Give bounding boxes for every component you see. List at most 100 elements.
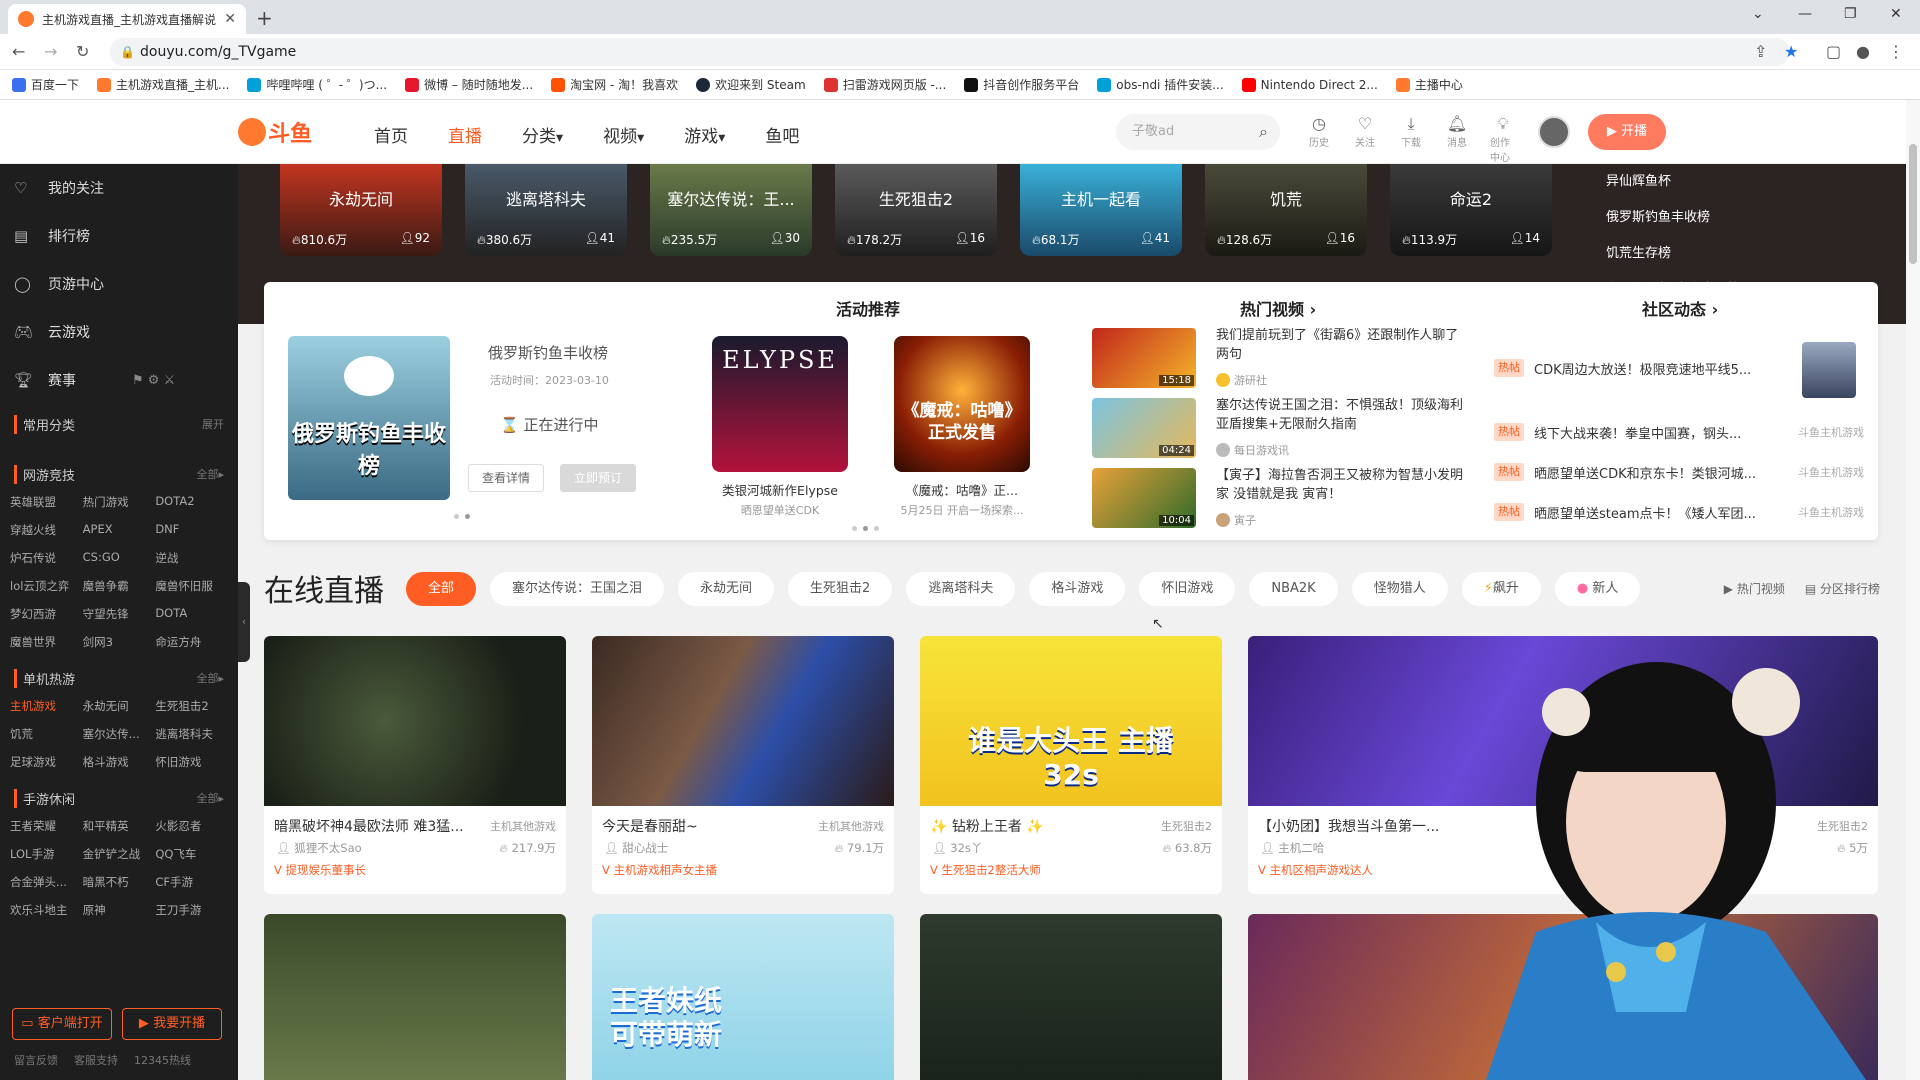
profile-icon[interactable]: ● bbox=[1856, 42, 1870, 61]
sidebar-category-item[interactable]: 暗黑不朽 bbox=[83, 874, 156, 890]
sidebar-category-item[interactable]: 英雄联盟 bbox=[10, 494, 83, 510]
sidebar-category-item[interactable]: 生死狙击2 bbox=[155, 698, 228, 714]
bookmark-item[interactable]: 抖音创作服务平台 bbox=[964, 76, 1079, 93]
sidebar-category-item[interactable]: 格斗游戏 bbox=[83, 754, 156, 770]
sidebar-item-cloudgame[interactable]: 🎮︎ 云游戏 bbox=[0, 308, 238, 356]
filter-chip[interactable]: 怀旧游戏 bbox=[1139, 572, 1236, 606]
video-item[interactable]: 04:24 塞尔达传说王国之泪：不惧强敌！顶级海利亚盾搜集+无限耐久指南 每日游… bbox=[1092, 398, 1472, 458]
reserve-button[interactable]: 立即预订 bbox=[560, 464, 636, 492]
creator-center-button[interactable]: 💡︎ 创作中心 bbox=[1490, 114, 1516, 164]
all-button[interactable]: 全部▸ bbox=[196, 670, 224, 686]
sidebar-category-item[interactable]: 塞尔达传... bbox=[83, 726, 156, 742]
filter-chip[interactable]: 格斗游戏 bbox=[1029, 572, 1126, 606]
lotr-gollum-cover[interactable]: 《魔戒：咕噜》正式发售 bbox=[894, 336, 1030, 472]
sidebar-item-ranking[interactable]: ▤ 排行榜 bbox=[0, 212, 238, 260]
page-scrollbar[interactable] bbox=[1906, 100, 1920, 1080]
close-tab-icon[interactable]: ✕ bbox=[224, 11, 236, 27]
bookmark-item[interactable]: 哔哩哔哩 ( ゜- ゜)つ... bbox=[247, 76, 387, 93]
sidebar-category-item[interactable]: CF手游 bbox=[155, 874, 228, 890]
search-icon[interactable]: ⌕ bbox=[1259, 114, 1268, 150]
share-icon[interactable]: ⇪ bbox=[1754, 42, 1767, 61]
sidebar-category-item[interactable]: CS:GO bbox=[83, 550, 156, 566]
live-card[interactable]: 谁是大头王 主播32s ✨ 钻粉上王者 ✨ 生死狙击2 👤︎ 32s丫 🔥︎ 6… bbox=[920, 636, 1222, 894]
elypse-cover[interactable]: ELYPSE bbox=[712, 336, 848, 472]
live-card-cover[interactable]: 王者妹纸 可带萌新 bbox=[592, 914, 894, 1080]
sidebar-item-follow[interactable]: ♡ 我的关注 bbox=[0, 164, 238, 212]
hero-game-card[interactable]: 主机一起看 🔥︎68.1万 👤︎41 bbox=[1020, 164, 1182, 256]
sidebar-category-item[interactable]: 王者荣耀 bbox=[10, 818, 83, 834]
sidebar-category-item[interactable]: 怀旧游戏 bbox=[155, 754, 228, 770]
sidebar-category-item[interactable]: APEX bbox=[83, 522, 156, 538]
nav-home[interactable]: 首页 bbox=[374, 122, 408, 147]
sidebar-category-item[interactable]: 足球游戏 bbox=[10, 754, 83, 770]
reload-icon[interactable]: ↻ bbox=[76, 42, 89, 61]
hero-game-card[interactable]: 命运2 🔥︎113.9万 👤︎14 bbox=[1390, 164, 1552, 256]
hero-game-card[interactable]: 生死狙击2 🔥︎178.2万 👤︎16 bbox=[835, 164, 997, 256]
filter-chip[interactable]: 生死狙击2 bbox=[788, 572, 893, 606]
community-post[interactable]: 热帖 晒愿望单送CDK和京东卡！类银河城... 斗鱼主机游戏 bbox=[1494, 462, 1864, 482]
bookmark-item[interactable]: 微博 – 随时随地发... bbox=[405, 76, 533, 93]
bookmark-item[interactable]: 欢迎来到 Steam bbox=[696, 76, 806, 93]
hero-list-item[interactable]: 俄罗斯钓鱼丰收榜 bbox=[1606, 200, 1806, 236]
bookmark-item[interactable]: Nintendo Direct 2... bbox=[1241, 77, 1378, 92]
hotline-link[interactable]: 12345热线 bbox=[134, 1052, 191, 1068]
filter-chip[interactable]: NBA2K bbox=[1249, 572, 1338, 606]
all-button[interactable]: 全部▸ bbox=[196, 466, 224, 482]
open-client-button[interactable]: ▭ 客户端打开 bbox=[12, 1008, 112, 1040]
follow-button[interactable]: ♡ 关注 bbox=[1352, 114, 1378, 164]
live-category[interactable]: 主机其他游戏 bbox=[818, 818, 884, 834]
esports-logos-icon[interactable]: ⚑ ⚙ ⚔ bbox=[132, 373, 175, 388]
new-tab-icon[interactable]: + bbox=[256, 6, 273, 30]
hero-list-item[interactable]: 异仙辉鱼杯 bbox=[1606, 164, 1806, 200]
history-button[interactable]: ◷ 历史 bbox=[1306, 114, 1332, 164]
community-post[interactable]: 热帖 线下大战来袭！拳皇中国赛，钢头... 斗鱼主机游戏 bbox=[1494, 422, 1864, 442]
filter-chip[interactable]: 怪物猎人 bbox=[1351, 572, 1448, 606]
sidebar-category-item[interactable]: 合金弹头... bbox=[10, 874, 83, 890]
sidebar-category-item[interactable]: 王刀手游 bbox=[155, 902, 228, 918]
url-field[interactable]: 🔒 douyu.com/g_TVgame bbox=[110, 38, 1790, 66]
live-card[interactable]: 今天是春丽甜~ 主机其他游戏 👤︎ 甜心战士 🔥︎ 79.1万 V 主机游戏相声… bbox=[592, 636, 894, 894]
sidebar-category-item[interactable]: 逃离塔科夫 bbox=[155, 726, 228, 742]
go-live-button[interactable]: ▶ 开播 bbox=[1588, 114, 1666, 150]
carousel-dots[interactable] bbox=[852, 526, 879, 531]
support-link[interactable]: 客服支持 bbox=[74, 1052, 118, 1068]
sidebar-category-item[interactable]: 剑网3 bbox=[83, 634, 156, 650]
hero-game-card[interactable]: 永劫无间 🔥︎810.6万 👤︎92 bbox=[280, 164, 442, 256]
browser-tab[interactable]: 主机游戏直播_主机游戏直播解说 ✕ bbox=[8, 4, 246, 34]
sidebar-category-item[interactable]: 逆战 bbox=[155, 550, 228, 566]
hero-game-card[interactable]: 塞尔达传说：王... 🔥︎235.5万 👤︎30 bbox=[650, 164, 812, 256]
close-window-icon[interactable]: ✕ bbox=[1890, 6, 1902, 22]
sidebar-category-item[interactable]: 欢乐斗地主 bbox=[10, 902, 83, 918]
bookmark-item[interactable]: obs-ndi 插件安装... bbox=[1097, 76, 1224, 93]
live-category[interactable]: 生死狙击2 bbox=[1161, 818, 1212, 834]
back-icon[interactable]: ← bbox=[12, 42, 25, 61]
community-link[interactable]: 社区动态 › bbox=[1642, 296, 1718, 320]
sidebar-category-item[interactable]: 穿越火线 bbox=[10, 522, 83, 538]
filter-chip[interactable]: 永劫无间 bbox=[678, 572, 775, 606]
promo-game-name[interactable]: 《魔戒：咕噜》正... bbox=[887, 480, 1037, 499]
live-card-cover[interactable] bbox=[920, 914, 1222, 1080]
live-category[interactable]: 主机其他游戏 bbox=[490, 818, 556, 834]
forward-icon[interactable]: → bbox=[44, 42, 57, 61]
bookmark-item[interactable]: 扫雷游戏网页版 -... bbox=[823, 76, 946, 93]
sidepanel-icon[interactable]: ▢ bbox=[1826, 42, 1841, 61]
nav-video[interactable]: 视频▾ bbox=[603, 122, 644, 147]
hero-game-card[interactable]: 逃离塔科夫 🔥︎380.6万 👤︎41 bbox=[465, 164, 627, 256]
restore-icon[interactable]: ❐ bbox=[1844, 6, 1857, 22]
nav-category[interactable]: 分类▾ bbox=[522, 122, 563, 147]
community-thumbnail[interactable] bbox=[1802, 342, 1856, 398]
download-button[interactable]: ⤓ 下载 bbox=[1398, 114, 1424, 164]
sidebar-category-item[interactable]: 魔兽怀旧服 bbox=[155, 578, 228, 594]
bookmark-item[interactable]: 淘宝网 - 淘！我喜欢 bbox=[551, 76, 678, 93]
sidebar-category-item[interactable]: 梦幻西游 bbox=[10, 606, 83, 622]
live-card[interactable]: 暗黑破坏神4最欧法师 难3猛... 主机其他游戏 👤︎ 狐狸不太Sao 🔥︎ 2… bbox=[264, 636, 566, 894]
expand-button[interactable]: 展开 bbox=[202, 416, 224, 432]
bookmark-item[interactable]: 百度一下 bbox=[12, 76, 79, 93]
start-live-button[interactable]: ▶ 我要开播 bbox=[122, 1008, 222, 1040]
sidebar-category-item[interactable]: DNF bbox=[155, 522, 228, 538]
sidebar-category-item[interactable]: 主机游戏 bbox=[10, 698, 83, 714]
sidebar-category-item[interactable]: 热门游戏 bbox=[83, 494, 156, 510]
nav-yuba[interactable]: 鱼吧 bbox=[765, 122, 799, 147]
bookmark-item[interactable]: 主播中心 bbox=[1395, 76, 1463, 93]
sidebar-category-item[interactable]: DOTA bbox=[155, 606, 228, 622]
